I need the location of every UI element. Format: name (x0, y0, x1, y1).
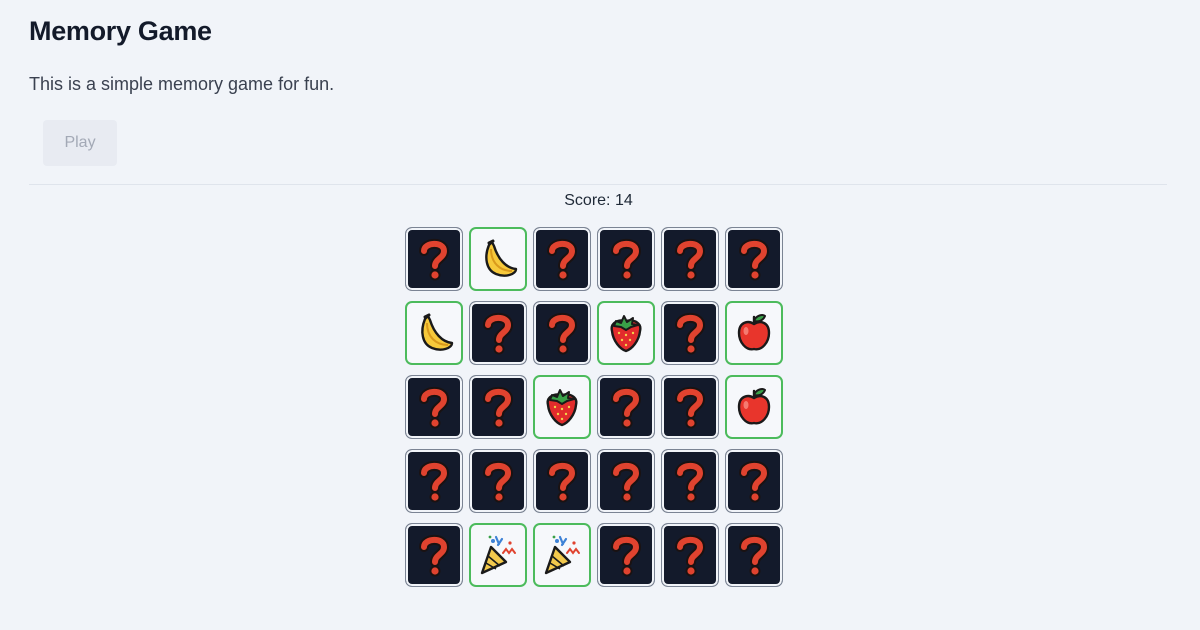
card-grid (405, 227, 785, 591)
card-hidden[interactable] (661, 375, 719, 439)
apple-icon (732, 385, 776, 429)
card-hidden[interactable] (597, 449, 655, 513)
card-hidden[interactable] (661, 227, 719, 291)
score-display: Score: 14 (564, 192, 633, 209)
strawberry-icon (540, 385, 584, 429)
question-mark-icon (417, 385, 451, 429)
question-mark-icon (673, 311, 707, 355)
party-popper-icon (540, 533, 584, 577)
card-hidden[interactable] (597, 227, 655, 291)
question-mark-icon (481, 385, 515, 429)
card-hidden[interactable] (597, 523, 655, 587)
card-strawberry[interactable] (533, 375, 591, 439)
card-hidden[interactable] (725, 523, 783, 587)
card-hidden[interactable] (533, 449, 591, 513)
question-mark-icon (545, 237, 579, 281)
card-hidden[interactable] (661, 523, 719, 587)
play-button[interactable]: Play (43, 120, 117, 166)
card-apple[interactable] (725, 301, 783, 365)
question-mark-icon (417, 533, 451, 577)
card-hidden[interactable] (533, 227, 591, 291)
page-description: This is a simple memory game for fun. (29, 74, 335, 94)
question-mark-icon (481, 311, 515, 355)
question-mark-icon (545, 311, 579, 355)
question-mark-icon (673, 385, 707, 429)
card-hidden[interactable] (405, 375, 463, 439)
question-mark-icon (737, 459, 771, 503)
question-mark-icon (609, 459, 643, 503)
question-mark-icon (417, 459, 451, 503)
question-mark-icon (673, 237, 707, 281)
strawberry-icon (604, 311, 648, 355)
card-hidden[interactable] (405, 523, 463, 587)
card-hidden[interactable] (725, 449, 783, 513)
card-hidden[interactable] (597, 375, 655, 439)
question-mark-icon (417, 237, 451, 281)
card-hidden[interactable] (469, 375, 527, 439)
card-apple[interactable] (725, 375, 783, 439)
card-hidden[interactable] (469, 301, 527, 365)
question-mark-icon (737, 533, 771, 577)
question-mark-icon (609, 385, 643, 429)
question-mark-icon (609, 237, 643, 281)
card-party-popper[interactable] (533, 523, 591, 587)
question-mark-icon (737, 237, 771, 281)
banana-icon (412, 311, 456, 355)
card-hidden[interactable] (469, 449, 527, 513)
page-title: Memory Game (29, 16, 212, 46)
question-mark-icon (545, 459, 579, 503)
apple-icon (732, 311, 776, 355)
card-hidden[interactable] (661, 301, 719, 365)
card-hidden[interactable] (725, 227, 783, 291)
question-mark-icon (481, 459, 515, 503)
party-popper-icon (476, 533, 520, 577)
card-party-popper[interactable] (469, 523, 527, 587)
card-banana[interactable] (405, 301, 463, 365)
card-hidden[interactable] (405, 227, 463, 291)
question-mark-icon (609, 533, 643, 577)
question-mark-icon (673, 533, 707, 577)
card-hidden[interactable] (405, 449, 463, 513)
banana-icon (476, 237, 520, 281)
card-banana[interactable] (469, 227, 527, 291)
question-mark-icon (673, 459, 707, 503)
divider (29, 184, 1167, 185)
card-hidden[interactable] (533, 301, 591, 365)
memory-game-page: Memory Game This is a simple memory game… (0, 0, 1200, 630)
card-hidden[interactable] (661, 449, 719, 513)
card-strawberry[interactable] (597, 301, 655, 365)
